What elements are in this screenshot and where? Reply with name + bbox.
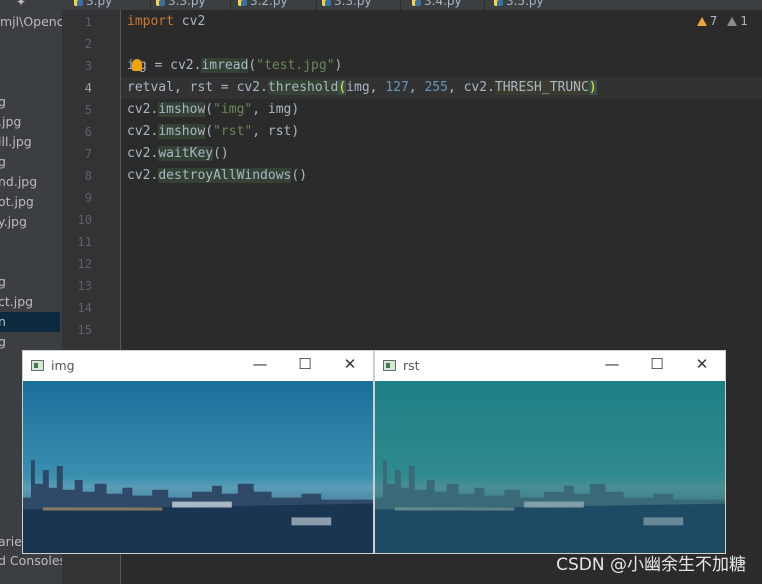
window-title-bar[interactable]: img — ☐ ✕ <box>23 351 373 381</box>
tab-3-3-py-b[interactable]: 3.3.py <box>322 0 372 10</box>
close-button[interactable]: ✕ <box>335 355 365 377</box>
project-file-item[interactable]: nd.jpg <box>0 172 37 192</box>
project-file-item[interactable]: g <box>0 92 6 112</box>
python-file-icon <box>238 0 247 6</box>
tab-3-3-py[interactable]: 3.3.py <box>156 0 206 10</box>
tab-divider <box>230 0 231 10</box>
python-file-icon <box>74 0 83 6</box>
line-number: 11 <box>77 235 92 249</box>
line-number: 1 <box>84 15 92 29</box>
project-file-item[interactable]: ill.jpg <box>0 132 32 152</box>
python-file-icon <box>322 0 331 6</box>
code-line-3[interactable]: ig = cv2.imread("test.jpg") <box>127 55 342 77</box>
line-number-current: 4 <box>84 81 92 95</box>
project-path: mjl\Opencv <box>0 14 62 29</box>
code-line-8[interactable]: cv2.destroyAllWindows() <box>127 165 307 187</box>
line-number: 8 <box>84 169 92 183</box>
tab-divider <box>150 0 151 10</box>
opencv-window-icon <box>383 360 396 371</box>
window-title-bar[interactable]: rst — ☐ ✕ <box>375 351 725 381</box>
cv-window-img[interactable]: img — ☐ ✕ <box>22 350 374 554</box>
project-file-item[interactable]: .jpg <box>0 112 21 132</box>
tab-divider <box>484 0 485 10</box>
line-number: 14 <box>77 301 92 315</box>
tab-3-5-py[interactable]: 3.5.py <box>494 0 544 10</box>
warning-icon <box>696 17 707 26</box>
gear-icon[interactable]: ✦ <box>16 0 26 9</box>
weak-warning-count: 1 <box>740 14 748 28</box>
thresholded-cityscape-image <box>375 381 725 553</box>
maximize-button[interactable]: ☐ <box>290 355 320 377</box>
inspection-widget[interactable]: 71 <box>696 14 748 28</box>
warning-count: 7 <box>709 14 718 28</box>
tab-divider <box>400 0 401 10</box>
maximize-button[interactable]: ☐ <box>642 355 672 377</box>
line-number: 7 <box>84 147 92 161</box>
code-line-6[interactable]: cv2.imshow("rst", rst) <box>127 121 299 143</box>
project-file-item[interactable]: y.jpg <box>0 212 27 232</box>
line-number: 13 <box>77 279 92 293</box>
opencv-window-icon <box>31 360 44 371</box>
tab-3-2-py[interactable]: 3.2.py <box>238 0 288 10</box>
project-file-item[interactable]: g <box>0 272 6 292</box>
line-number: 3 <box>84 59 92 73</box>
project-file-item-selected[interactable]: n <box>0 312 60 332</box>
minimize-button[interactable]: — <box>597 355 627 377</box>
code-line-1[interactable]: import cv2 <box>127 11 205 33</box>
line-number: 2 <box>84 37 92 51</box>
line-number: 9 <box>84 191 92 205</box>
python-file-icon <box>156 0 165 6</box>
image-view-img <box>23 381 373 553</box>
tab-3-4-py[interactable]: 3.4.py <box>412 0 462 10</box>
line-number: 15 <box>77 323 92 337</box>
minimize-button[interactable]: — <box>245 355 275 377</box>
python-file-icon <box>412 0 421 6</box>
watermark: CSDN @小幽余生不加糖 <box>556 555 746 575</box>
line-number: 12 <box>77 257 92 271</box>
window-title: rst <box>403 358 420 373</box>
weak-warning-icon <box>727 17 738 26</box>
code-line-5[interactable]: cv2.imshow("img", img) <box>127 99 299 121</box>
cv-window-rst[interactable]: rst — ☐ ✕ <box>374 350 726 554</box>
project-file-item[interactable]: g <box>0 332 6 352</box>
keyword-import: import <box>127 14 174 29</box>
window-title: img <box>51 358 75 373</box>
code-line-7[interactable]: cv2.waitKey() <box>127 143 229 165</box>
line-number: 5 <box>84 103 92 117</box>
python-file-icon <box>494 0 503 6</box>
scratches-consoles-item[interactable]: d Consoles <box>0 551 62 571</box>
tab-3-py[interactable]: 3.py <box>74 0 112 10</box>
close-button[interactable]: ✕ <box>687 355 717 377</box>
project-file-item[interactable]: g <box>0 152 6 172</box>
line-number: 10 <box>77 213 92 227</box>
project-file-item[interactable]: ct.jpg <box>0 292 33 312</box>
code-line-4[interactable]: retval, rst = cv2.threshold(img, 127, 25… <box>127 77 597 99</box>
editor-tab-bar: ✦ 3.py 3.3.py 3.2.py 3.3.py 3.4.py 3.5.p… <box>0 0 762 10</box>
tab-divider <box>316 0 317 10</box>
lightbulb-icon[interactable] <box>131 58 142 71</box>
line-number: 6 <box>84 125 92 139</box>
cityscape-image <box>23 381 373 553</box>
image-view-rst <box>375 381 725 553</box>
project-file-item[interactable]: ot.jpg <box>0 192 34 212</box>
